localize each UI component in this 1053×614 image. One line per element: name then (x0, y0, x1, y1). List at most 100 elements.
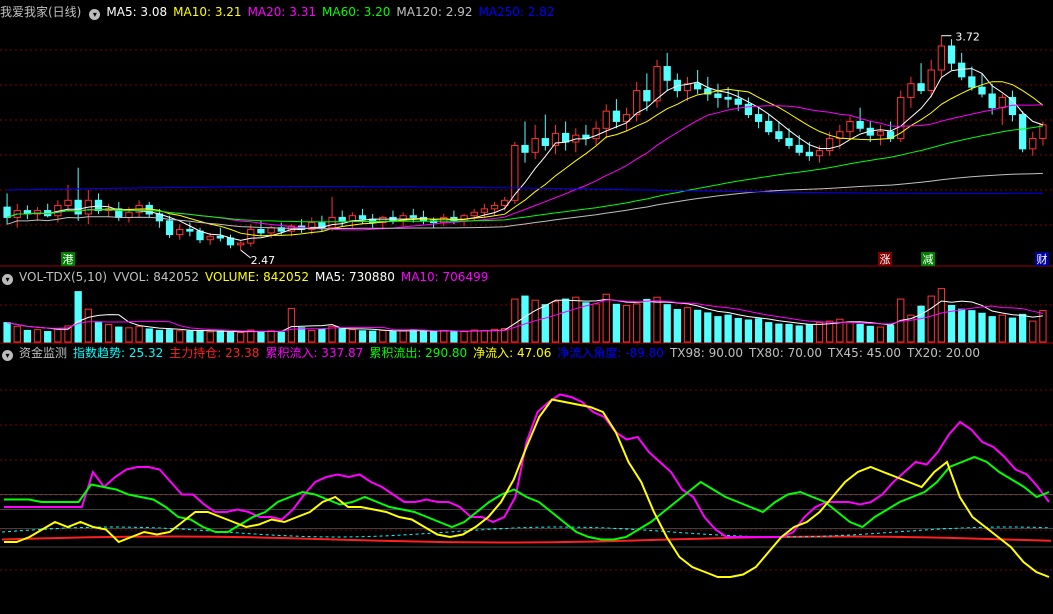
volume-bar (673, 309, 681, 343)
volume-bar (653, 296, 661, 343)
candle-body (693, 83, 702, 90)
candle-body (216, 235, 224, 239)
volume-bar (846, 321, 854, 343)
candle-body (978, 86, 986, 95)
candle-body (744, 103, 753, 116)
volume-bar (795, 325, 803, 343)
candle-body (328, 216, 336, 229)
volume-bar (602, 293, 610, 343)
volume-bar (937, 288, 946, 343)
volume-bar (643, 298, 651, 343)
volume-bar (379, 329, 387, 343)
volume-bar (541, 304, 549, 343)
candle-body (409, 215, 417, 218)
volume-bar (561, 298, 570, 343)
candle-body (917, 83, 925, 92)
volume-bar (145, 328, 153, 343)
event-marker-label: 财 (1037, 252, 1048, 266)
volume-bar (1039, 310, 1047, 343)
candle-body (531, 138, 539, 153)
volume-bar (267, 330, 275, 343)
candle-body (176, 228, 184, 236)
volume-bar (734, 317, 742, 343)
volume-bar (1018, 313, 1027, 343)
candle-body (815, 150, 824, 157)
candle-body (460, 215, 468, 222)
candle-body (3, 206, 11, 218)
candle-body (998, 96, 1006, 109)
candle-body (247, 228, 255, 244)
volume-bar (521, 295, 529, 343)
volume-bar (206, 331, 214, 343)
volume-bar (186, 330, 194, 343)
volume-bar (33, 329, 42, 343)
volume-bar (612, 303, 621, 343)
candle-body (1039, 124, 1047, 140)
volume-bar (815, 322, 824, 343)
volume-bar (257, 331, 265, 343)
volume-bar (216, 330, 224, 343)
volume-bar (419, 330, 428, 343)
volume-bar (409, 329, 417, 343)
volume-bar (693, 309, 702, 343)
volume-bar (369, 330, 377, 343)
candle-body (206, 235, 214, 241)
candle-body (907, 83, 915, 98)
candle-body (165, 220, 174, 236)
candle-body (947, 45, 956, 64)
candle-body (592, 127, 600, 140)
volume-bar (1029, 320, 1037, 343)
volume-bar (155, 329, 164, 343)
volume-bar (104, 323, 113, 343)
volume-bar (866, 325, 874, 343)
volume-bar (429, 331, 438, 343)
candle-body (937, 45, 946, 71)
candle-body (602, 110, 610, 129)
volume-bar (176, 330, 184, 343)
candle-body (754, 114, 763, 122)
volume-bar (84, 308, 92, 343)
candle-body (988, 93, 996, 109)
volume-bar (44, 331, 52, 343)
high-label: 3.72 (955, 31, 980, 44)
volume-bar (958, 308, 966, 343)
volume-bar (744, 319, 753, 343)
candle-body (785, 138, 793, 146)
volume-bar (318, 328, 326, 343)
volume-bar (754, 318, 763, 343)
event-marker-label: 港 (63, 253, 74, 266)
volume-bar (115, 326, 123, 343)
volume-bar (572, 296, 580, 343)
volume-bar (23, 329, 32, 343)
candle-body (186, 228, 194, 232)
indicator-line-2 (4, 398, 1050, 578)
volume-bar (704, 312, 712, 343)
stock-chart[interactable]: 3.72 2.47 港 涨 减 财 (0, 0, 1053, 614)
candle-body (846, 120, 854, 133)
low-pointer (240, 249, 251, 259)
volume-bar (714, 316, 722, 343)
event-marker-label: 涨 (880, 253, 891, 266)
candle-body (1018, 114, 1027, 150)
candle-body (521, 144, 529, 153)
volume-bar (765, 322, 773, 343)
volume-bar (297, 327, 306, 343)
candle-body (196, 230, 204, 241)
candle-body (927, 69, 935, 92)
volume-bar (683, 307, 692, 343)
candle-body (74, 199, 82, 215)
volume-bar (988, 316, 996, 343)
candle-body (876, 131, 885, 136)
candle-body (348, 215, 357, 222)
candle-body (125, 211, 133, 218)
volume-bar (460, 331, 468, 343)
volume-bar (917, 305, 925, 343)
volume-bar (440, 329, 448, 343)
volume-bar (237, 332, 245, 343)
volume-bar (856, 323, 864, 343)
candle-body (795, 144, 803, 153)
candle-body (612, 110, 621, 122)
candle-body (480, 208, 489, 213)
volume-bar (74, 291, 82, 343)
volume-bar (287, 307, 296, 343)
